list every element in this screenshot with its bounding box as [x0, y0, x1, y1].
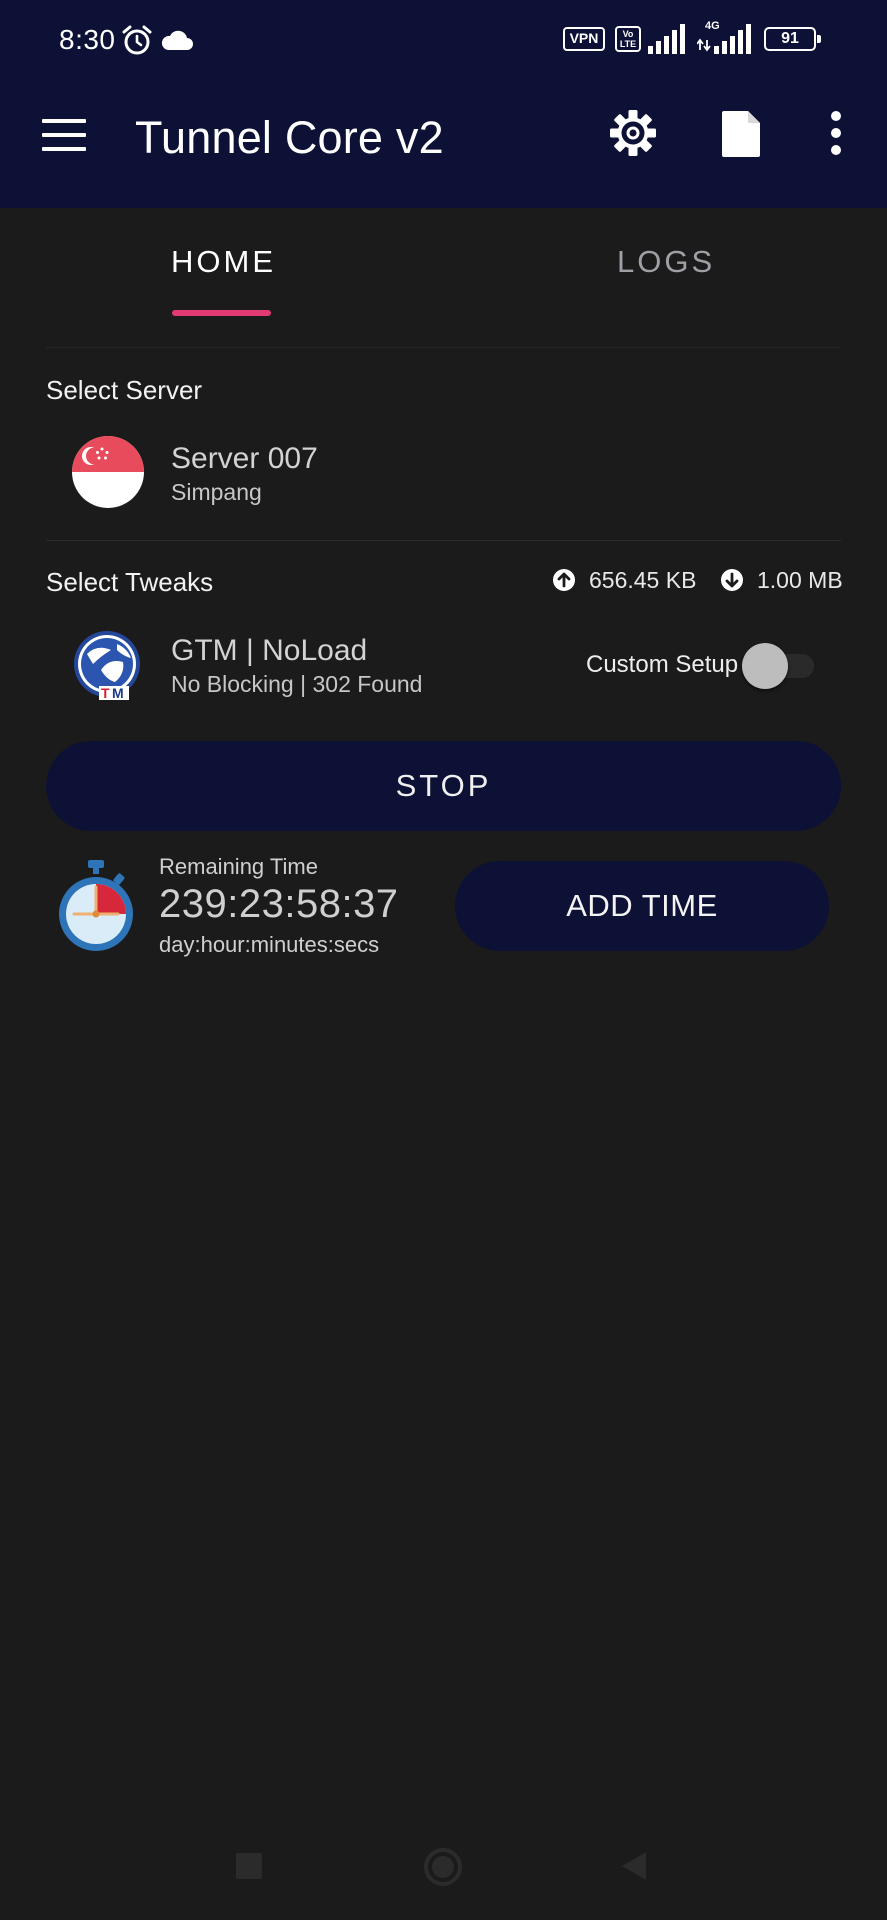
vpn-badge: VPN: [563, 27, 605, 51]
top-header: 8:30 VPN Vo LTE 4G 91 Tunnel Core v2: [0, 0, 887, 208]
download-arrow-icon: [721, 569, 743, 591]
stopwatch-icon: [59, 860, 133, 951]
divider: [46, 347, 841, 348]
custom-setup-toggle[interactable]: [742, 643, 816, 689]
divider: [46, 540, 841, 541]
tweak-description: No Blocking | 302 Found: [171, 671, 423, 697]
download-value: 1.00 MB: [757, 567, 843, 593]
tweak-selector[interactable]: T M GTM | NoLoad No Blocking | 302 Found: [70, 624, 590, 706]
add-time-button[interactable]: ADD TIME: [455, 861, 829, 951]
tab-logs[interactable]: LOGS: [617, 244, 715, 280]
singapore-flag-icon: [72, 436, 144, 508]
toggle-thumb: [742, 643, 788, 689]
tweak-name: GTM | NoLoad: [171, 634, 368, 667]
alarm-icon: [122, 25, 152, 55]
volte-top-text: Vo: [622, 29, 634, 39]
gear-icon[interactable]: [606, 106, 660, 160]
remaining-time-label: Remaining Time: [159, 854, 318, 879]
svg-text:M: M: [112, 685, 124, 701]
custom-setup-label: Custom Setup: [586, 651, 739, 678]
back-button[interactable]: [620, 1850, 648, 1882]
app-bar: Tunnel Core v2: [0, 80, 887, 208]
cloud-icon: [161, 30, 193, 50]
volte-badge: Vo LTE: [615, 26, 641, 52]
upload-arrow-icon: [553, 569, 575, 591]
document-icon[interactable]: [717, 108, 767, 160]
recents-button[interactable]: [236, 1853, 262, 1879]
time-format-label: day:hour:minutes:secs: [159, 932, 380, 957]
more-vert-icon[interactable]: [815, 108, 857, 160]
stop-button[interactable]: STOP: [46, 741, 841, 831]
globe-logo-icon: T M: [74, 631, 140, 701]
app-title: Tunnel Core v2: [135, 112, 444, 163]
upload-value: 656.45 KB: [589, 567, 697, 593]
signal-strength-icon: [648, 24, 685, 54]
signal-strength-icon-2: [697, 24, 751, 54]
select-tweaks-label: Select Tweaks: [46, 567, 214, 597]
status-bar: 8:30 VPN Vo LTE 4G 91: [0, 0, 887, 80]
tab-indicator: [172, 310, 271, 316]
volte-bottom-text: LTE: [619, 39, 637, 49]
status-time: 8:30: [59, 24, 116, 55]
select-server-label: Select Server: [46, 375, 203, 405]
remaining-time-value: 239:23:58:37: [159, 882, 399, 926]
tab-home[interactable]: HOME: [171, 244, 276, 280]
battery-indicator: 91: [764, 27, 821, 51]
menu-icon[interactable]: [36, 108, 92, 164]
server-location: Simpang: [171, 479, 262, 505]
home-button[interactable]: [423, 1847, 463, 1887]
svg-text:T: T: [101, 685, 110, 701]
server-selector[interactable]: Server 007 Simpang: [70, 432, 810, 512]
server-name: Server 007: [171, 442, 318, 475]
